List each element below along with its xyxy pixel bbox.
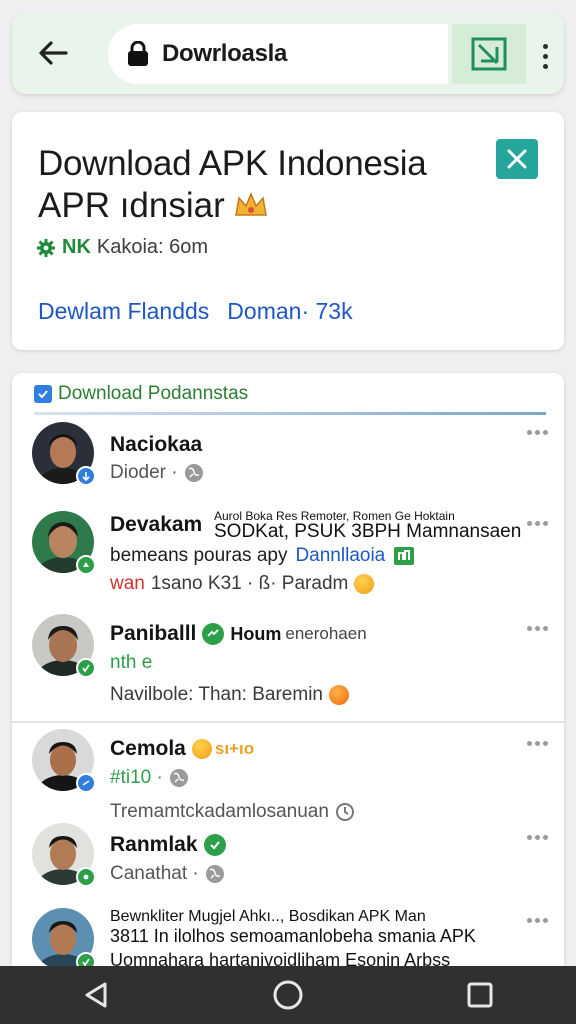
header-links: Dewlam Flandds Doman· 73k xyxy=(38,298,353,325)
post-body: 3811 In ilolhos semoamanlobeha smania AP… xyxy=(110,926,476,946)
post-meta: Canathat · xyxy=(110,863,225,885)
crown-icon xyxy=(234,192,267,216)
post-meta: Dioder · xyxy=(110,462,204,484)
post-author[interactable]: Ranmlak xyxy=(110,833,198,857)
back-triangle-icon xyxy=(85,982,107,1008)
post-author[interactable]: Devakam xyxy=(110,513,202,537)
system-navigation-bar xyxy=(0,966,576,1024)
feed-post[interactable]: Ranmlak Canathat · xyxy=(32,823,552,893)
recents-square-icon xyxy=(467,982,493,1008)
checkbox-icon[interactable] xyxy=(34,385,52,403)
post-meta: wan 1sano K31 · ß· Paradm xyxy=(110,573,375,595)
lock-icon xyxy=(128,41,148,66)
avatar[interactable] xyxy=(32,511,96,575)
app-store-icon xyxy=(394,547,415,565)
post-more-button[interactable] xyxy=(522,910,552,930)
browser-toolbar: Dowrloasla xyxy=(12,12,564,94)
external-view-button[interactable] xyxy=(452,24,526,84)
header-link-2[interactable]: Doman· 73k xyxy=(227,298,352,325)
post-author[interactable]: Paniballl xyxy=(110,622,196,646)
post-headline: Bewnkliter Mugjel Ahkı.., Bosdikan APK M… xyxy=(110,908,426,925)
post-meta: Navilbole: Than: Baremin xyxy=(110,684,349,706)
overflow-menu-button[interactable] xyxy=(530,36,560,76)
post-status: nth e xyxy=(110,652,153,673)
feed-post[interactable]: Naciokaa Dioder · xyxy=(32,422,552,492)
more-dots-icon xyxy=(526,429,532,435)
address-bar[interactable]: Dowrloasla xyxy=(108,24,448,84)
gear-icon xyxy=(37,238,55,257)
nav-home-button[interactable] xyxy=(258,970,318,1020)
avatar[interactable] xyxy=(32,729,96,793)
verified-badge xyxy=(76,658,96,678)
verified-badge xyxy=(76,773,96,793)
header-card: Download APK Indonesia APR ıdnsiar NK Ka… xyxy=(12,112,564,350)
page-subtitle: APR ıdnsiar xyxy=(38,186,225,225)
avatar[interactable] xyxy=(32,908,96,972)
avatar[interactable] xyxy=(32,614,96,678)
nav-recents-button[interactable] xyxy=(450,970,510,1020)
post-more-button[interactable] xyxy=(522,618,552,638)
nav-back-button[interactable] xyxy=(66,970,126,1020)
post-author-row: Cemola sı+ıo xyxy=(110,737,255,761)
meta-label: NK xyxy=(62,236,91,258)
verified-badge xyxy=(76,555,96,575)
emoji-icon xyxy=(328,685,349,705)
post-author-row: Paniballl Houm enerohaen xyxy=(110,622,367,646)
avatar[interactable] xyxy=(32,422,96,486)
verified-check-icon xyxy=(203,834,226,856)
post-link[interactable]: Dannllaoia xyxy=(295,545,385,567)
meta-value: Kakoia: 6om xyxy=(96,236,209,258)
avatar[interactable] xyxy=(32,823,96,887)
back-button[interactable] xyxy=(32,32,74,74)
feed-post[interactable]: Bewnkliter Mugjel Ahkı.., Bosdikan APK M… xyxy=(32,908,552,973)
timer-icon xyxy=(335,803,354,821)
external-view-icon xyxy=(471,37,507,71)
feed-post[interactable]: Devakam Aurol Boka Res Remoter, Romen Ge… xyxy=(32,509,552,605)
emoji-icon xyxy=(354,574,375,594)
post-more-button[interactable] xyxy=(522,422,552,442)
verified-badge xyxy=(76,466,96,486)
section-divider xyxy=(12,721,564,723)
globe-icon xyxy=(205,865,224,883)
post-meta: #ti10 · xyxy=(110,767,189,789)
more-dots-icon xyxy=(526,740,532,746)
globe-icon xyxy=(184,464,203,482)
verified-badge xyxy=(76,867,96,887)
app-meta: NK Kakoia: 6om xyxy=(36,236,208,259)
feed-post[interactable]: Cemola sı+ıo #ti10 · Tremamtckadamlosanu… xyxy=(32,729,552,829)
page-subtitle-row: APR ıdnsiar xyxy=(38,186,269,226)
post-more-button[interactable] xyxy=(522,733,552,753)
more-dots-icon xyxy=(526,834,532,840)
feed-card: Download Podannstas Naciokaa Dioder · De… xyxy=(12,373,564,973)
post-author[interactable]: Cemola xyxy=(110,737,186,761)
post-author-row: Ranmlak xyxy=(110,833,232,857)
back-arrow-icon xyxy=(39,41,68,65)
more-dots-icon xyxy=(526,520,532,526)
more-dots-icon xyxy=(526,917,532,923)
feed-divider xyxy=(34,412,546,415)
messenger-icon xyxy=(202,623,225,645)
post-more-button[interactable] xyxy=(522,513,552,533)
post-more-button[interactable] xyxy=(522,827,552,847)
more-dots-icon xyxy=(526,625,532,631)
feed-post[interactable]: Paniballl Houm enerohaen nth e Navilbole… xyxy=(32,614,552,714)
post-headline-2: SODKat, PSUK 3BPH Mamnansaen xyxy=(214,521,522,542)
feed-heading-row: Download Podannstas xyxy=(34,383,248,405)
close-button[interactable] xyxy=(496,139,538,179)
header-link-1[interactable]: Dewlam Flandds xyxy=(38,298,209,325)
post-body: Tremamtckadamlosanuan xyxy=(110,801,355,823)
post-author[interactable]: Naciokaa xyxy=(110,433,202,457)
feed-heading: Download Podannstas xyxy=(58,383,249,404)
close-icon xyxy=(507,149,527,169)
post-body: bemeans pouras apy Dannllaoia xyxy=(110,545,415,567)
url-text: Dowrloasla xyxy=(162,40,288,67)
page-title: Download APK Indonesia xyxy=(38,144,427,183)
overflow-menu-icon xyxy=(542,43,548,49)
globe-icon xyxy=(169,769,188,787)
home-circle-icon xyxy=(273,980,303,1010)
emoji-icon xyxy=(191,739,212,759)
